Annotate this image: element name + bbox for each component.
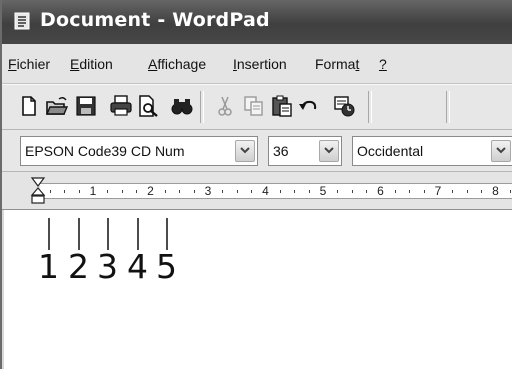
menu-format[interactable]: Format <box>315 56 359 72</box>
ruler-tick <box>351 190 353 193</box>
ruler-scale[interactable]: 1 2 3 4 5 6 7 8 <box>40 183 512 199</box>
chevron-down-icon[interactable] <box>235 140 255 162</box>
open-folder-icon[interactable] <box>45 94 69 118</box>
ruler-tick <box>466 190 468 193</box>
menu-affichage[interactable]: Affichage <box>148 56 206 72</box>
wordpad-window: Document - WordPad Fichier Edition Affic… <box>0 0 512 369</box>
menu-insertion[interactable]: Insertion <box>233 56 287 72</box>
menu-fichier[interactable]: Fichier <box>8 56 50 72</box>
ruler-number: 8 <box>492 184 499 198</box>
ruler-tick <box>164 190 166 193</box>
save-icon[interactable] <box>74 94 98 118</box>
toolbar-separator <box>200 91 204 123</box>
ruler-tick <box>366 190 368 193</box>
menu-edition[interactable]: Edition <box>70 56 113 72</box>
ruler-tick <box>308 190 310 193</box>
ruler-tick <box>236 190 238 193</box>
ruler-tick <box>452 190 454 193</box>
document-icon[interactable] <box>14 12 30 30</box>
font-size-combo[interactable]: 36 <box>268 136 342 166</box>
ruler-number: 1 <box>89 184 97 198</box>
document-digit: 1 <box>38 247 59 286</box>
print-icon[interactable] <box>109 94 133 118</box>
find-icon[interactable] <box>170 94 194 118</box>
cut-icon[interactable] <box>213 94 237 118</box>
copy-icon[interactable] <box>242 94 266 118</box>
menu-help[interactable]: ? <box>379 56 387 72</box>
ruler-tick <box>64 190 66 193</box>
ruler-tick <box>481 190 483 193</box>
font-size-value: 36 <box>273 143 289 159</box>
document-digit: 2 <box>68 247 89 286</box>
standard-toolbar <box>2 84 512 130</box>
script-value: Occidental <box>357 143 424 159</box>
font-name-combo[interactable]: EPSON Code39 CD Num <box>20 136 258 166</box>
ruler-tick <box>179 190 181 193</box>
ruler-tick <box>279 190 281 193</box>
ruler-number: 3 <box>204 184 212 198</box>
print-preview-icon[interactable] <box>136 94 160 118</box>
ruler-tick <box>394 190 396 193</box>
document-digit: 4 <box>127 247 148 286</box>
indent-marker-icon[interactable] <box>30 174 46 210</box>
insert-date-time-icon[interactable] <box>332 94 356 118</box>
paste-icon[interactable] <box>270 94 294 118</box>
chevron-down-icon[interactable] <box>319 140 339 162</box>
ruler-tick <box>423 190 425 193</box>
ruler-tick <box>251 190 253 193</box>
ruler-number: 5 <box>319 184 327 198</box>
toolbar-separator <box>368 91 372 123</box>
ruler-tick <box>337 190 339 193</box>
ruler-tick <box>193 190 195 193</box>
ruler-tick <box>294 190 296 193</box>
ruler-tick <box>121 190 123 193</box>
ruler-tick <box>107 190 109 193</box>
ruler-tick <box>49 190 51 193</box>
ruler-tick <box>409 190 411 193</box>
ruler-number: 2 <box>147 184 154 198</box>
title-bar[interactable]: Document - WordPad <box>2 0 512 44</box>
ruler-tick <box>222 190 224 193</box>
ruler-tick <box>509 190 511 193</box>
font-name-value: EPSON Code39 CD Num <box>25 143 185 159</box>
ruler[interactable]: 1 2 3 4 5 6 7 8 <box>2 172 512 210</box>
chevron-down-icon[interactable] <box>491 140 511 162</box>
ruler-tick <box>78 190 80 193</box>
window-title: Document - WordPad <box>40 9 270 31</box>
toolbar-separator <box>446 91 450 123</box>
document-digit: 5 <box>156 247 177 286</box>
ruler-number: 7 <box>434 184 442 198</box>
new-document-icon[interactable] <box>17 94 41 118</box>
script-combo[interactable]: Occidental <box>352 136 512 166</box>
document-area[interactable]: 1 2 3 4 5 <box>4 210 512 369</box>
ruler-number: 4 <box>262 184 269 198</box>
document-digit: 3 <box>97 247 118 286</box>
ruler-tick <box>136 190 138 193</box>
undo-icon[interactable] <box>296 94 320 118</box>
format-toolbar: EPSON Code39 CD Num 36 Occidental <box>2 130 512 172</box>
menu-bar: Fichier Edition Affichage Insertion Form… <box>2 44 512 84</box>
ruler-number: 6 <box>377 184 384 198</box>
